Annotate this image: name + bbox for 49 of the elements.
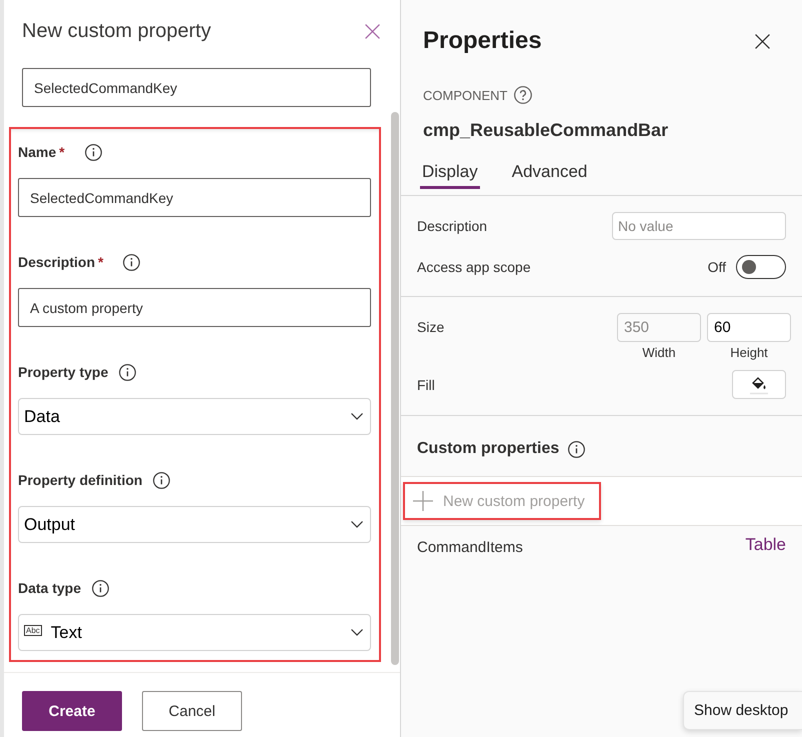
help-icon[interactable]	[514, 86, 532, 104]
fill-color-button[interactable]	[732, 370, 786, 399]
panel-title: Properties	[423, 26, 542, 56]
info-icon[interactable]	[84, 144, 102, 160]
dropdown[interactable]: Output	[18, 506, 371, 543]
show-desktop-tooltip: Show desktop	[683, 691, 802, 730]
section-label: COMPONENT	[423, 88, 508, 102]
tab[interactable]: Display	[420, 161, 480, 189]
number-field[interactable]: 60	[707, 313, 791, 342]
field-label: Property type	[18, 364, 108, 380]
field-caption: Width	[642, 345, 676, 361]
close-icon[interactable]	[755, 34, 770, 48]
toggle-state-text: Off	[708, 259, 726, 275]
property-label: Fill	[417, 376, 435, 392]
text-field[interactable]: SelectedCommandKey	[18, 178, 371, 217]
chevron-down-icon	[351, 521, 363, 528]
create-button[interactable]: Create	[22, 691, 122, 731]
description-field[interactable]: No value	[612, 212, 786, 240]
component-name: cmp_ReusableCommandBar	[423, 119, 668, 142]
section-title: Custom properties	[417, 439, 560, 459]
property-type-link[interactable]: Table	[745, 535, 786, 555]
info-icon[interactable]	[92, 580, 110, 596]
field-label: Data type	[18, 580, 82, 596]
cancel-button[interactable]: Cancel	[142, 691, 242, 731]
text-field[interactable]: A custom property	[18, 288, 371, 327]
tab[interactable]: Advanced	[510, 161, 590, 189]
dropdown[interactable]: Abc Text	[18, 614, 371, 651]
field-label: Name *	[18, 144, 65, 160]
plus-icon	[413, 491, 433, 511]
scrollbar-thumb[interactable]	[391, 112, 399, 665]
info-icon[interactable]	[153, 472, 170, 488]
toggle-switch[interactable]	[736, 255, 786, 279]
dialog-title: New custom property	[22, 19, 211, 44]
field-label: Property definition	[18, 472, 142, 488]
paint-bucket-icon	[749, 374, 769, 394]
info-icon[interactable]	[123, 254, 140, 270]
chevron-down-icon	[351, 413, 363, 420]
chevron-down-icon	[351, 629, 363, 636]
property-label: Size	[417, 319, 444, 335]
text-type-icon: Abc	[24, 625, 42, 636]
dropdown[interactable]: Data	[18, 398, 371, 435]
property-label: Description	[417, 218, 488, 234]
property-label: Access app scope	[417, 259, 531, 275]
property-name: CommandItems	[417, 538, 523, 558]
field-label: Description *	[18, 254, 104, 270]
field-caption: Height	[730, 345, 768, 361]
info-icon[interactable]	[568, 440, 586, 458]
info-icon[interactable]	[119, 364, 136, 380]
text-field[interactable]: SelectedCommandKey	[22, 68, 371, 107]
